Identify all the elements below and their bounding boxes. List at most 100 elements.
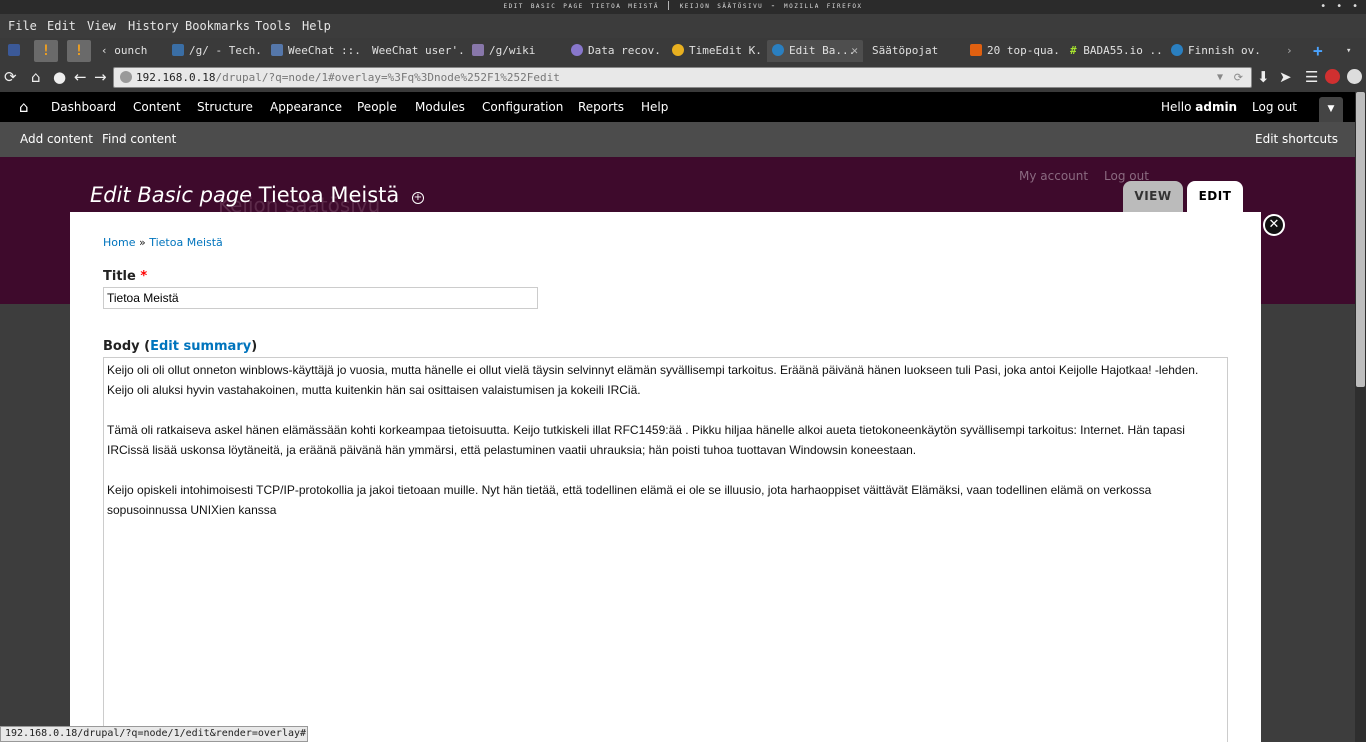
menu-tools[interactable]: Tools	[255, 19, 291, 33]
drupal-icon	[1171, 44, 1183, 56]
add-shortcut-icon[interactable]: +	[411, 192, 424, 204]
back-icon[interactable]: ←	[74, 68, 87, 86]
toolbar-appearance[interactable]: Appearance	[270, 100, 342, 114]
toolbar-toggle-icon[interactable]: ▼	[1319, 97, 1343, 122]
tab-edit[interactable]: EDIT	[1187, 181, 1243, 212]
tab-active[interactable]: Edit Ba... ✕	[767, 40, 863, 62]
close-overlay-icon[interactable]: ✕	[1263, 214, 1285, 236]
tab-favicon	[970, 44, 982, 56]
body-textarea[interactable]: Keijo oli oli ollut onneton winblows-käy…	[103, 357, 1228, 742]
menu-view[interactable]: View	[87, 19, 116, 33]
dropdown-icon[interactable]: ▼	[1217, 68, 1223, 87]
admin-toolbar: ⌂ Dashboard Content Structure Appearance…	[0, 92, 1355, 122]
window-title: edit basic page tietoa meistä | keijon s…	[0, 0, 1366, 14]
navigation-bar: ⟳ ⌂ ● ← → 192.168.0.18/drupal/?q=node/1#…	[0, 64, 1366, 92]
toolbar-modules[interactable]: Modules	[415, 100, 465, 114]
url-bar[interactable]: 192.168.0.18/drupal/?q=node/1#overlay=%3…	[113, 67, 1252, 88]
stop-icon[interactable]: ●	[53, 68, 66, 86]
new-tab-icon[interactable]: +	[1313, 40, 1327, 62]
required-marker: *	[140, 269, 148, 284]
menu-icon[interactable]: ☰	[1305, 68, 1318, 86]
url-path: /drupal/?q=node/1#overlay=%3Fq%3Dnode%25…	[215, 71, 560, 84]
username[interactable]: admin	[1195, 100, 1237, 114]
menu-history[interactable]: History	[128, 19, 179, 33]
tab-favicon	[472, 44, 484, 56]
menu-file[interactable]: File	[8, 19, 37, 33]
chevron-left-icon: ‹	[101, 44, 115, 57]
my-account-link[interactable]: My account	[1019, 169, 1088, 183]
toolbar-logout[interactable]: Log out	[1252, 100, 1297, 114]
menu-help[interactable]: Help	[302, 19, 331, 33]
breadcrumb-home[interactable]: Home	[103, 236, 135, 249]
toolbar-reports[interactable]: Reports	[578, 100, 624, 114]
tab[interactable]: TimeEdit K...	[672, 40, 764, 62]
addon-icon[interactable]	[1325, 69, 1340, 84]
title-label: Title *	[103, 269, 148, 284]
body-paragraph: Keijo opiskeli intohimoisesti TCP/IP-pro…	[107, 483, 1152, 517]
shortcut-add-content[interactable]: Add content	[20, 132, 93, 146]
shortcuts-bar: Add content Find content Edit shortcuts	[0, 122, 1355, 157]
menu-bookmarks[interactable]: Bookmarks	[185, 19, 250, 33]
tab-favicon	[172, 44, 184, 56]
tab-view[interactable]: VIEW	[1123, 181, 1183, 212]
title-field[interactable]	[103, 287, 538, 309]
breadcrumb-current[interactable]: Tietoa Meistä	[149, 236, 223, 249]
breadcrumb: Home » Tietoa Meistä	[103, 236, 223, 249]
tab-bar: ! ! ‹ ounch /g/ - Tech... WeeChat ::... …	[0, 38, 1366, 64]
menubar: File Edit View History Bookmarks Tools H…	[0, 14, 1366, 38]
warning-tab-icon[interactable]: !	[34, 40, 58, 62]
breadcrumb-separator: »	[135, 236, 150, 249]
tab[interactable]: # BADA55.io ...	[1070, 40, 1162, 62]
tab[interactable]: /g/wiki	[472, 40, 562, 62]
tab[interactable]: 20 top-qua...	[970, 40, 1062, 62]
page-node-title: Tietoa Meistä	[258, 183, 400, 207]
tab-favicon	[672, 44, 684, 56]
drupal-icon	[772, 44, 784, 56]
tab[interactable]: Data recov...	[571, 40, 663, 62]
tab-favicon	[571, 44, 583, 56]
url-host: 192.168.0.18	[136, 71, 216, 84]
close-window-icon[interactable]: •	[1352, 1, 1358, 12]
toolbar-content[interactable]: Content	[133, 100, 181, 114]
reload-icon[interactable]: ⟳	[4, 68, 17, 86]
globe-icon	[120, 71, 132, 83]
toolbar-dashboard[interactable]: Dashboard	[51, 100, 116, 114]
toolbar-structure[interactable]: Structure	[197, 100, 253, 114]
refresh-icon[interactable]: ⟳	[1234, 68, 1243, 87]
close-tab-icon[interactable]: ✕	[851, 40, 858, 62]
menu-edit[interactable]: Edit	[47, 19, 76, 33]
status-bar: 192.168.0.18/drupal/?q=node/1/edit&rende…	[0, 726, 308, 742]
window-controls[interactable]: • • •	[1310, 0, 1358, 13]
edit-summary-link[interactable]: Edit summary	[150, 339, 251, 354]
chevron-right-icon[interactable]: ›	[1286, 40, 1296, 62]
scrollbar-thumb[interactable]	[1356, 92, 1365, 387]
maximize-icon[interactable]: •	[1336, 1, 1342, 12]
facebook-icon	[8, 44, 20, 56]
send-icon[interactable]: ➤	[1279, 68, 1292, 86]
tab[interactable]: ‹ ounch	[101, 40, 163, 62]
home-icon[interactable]: ⌂	[31, 68, 41, 86]
body-label: Body (Edit summary)	[103, 339, 258, 354]
toolbar-help[interactable]: Help	[641, 100, 668, 114]
smiley-icon[interactable]	[1347, 69, 1362, 84]
tab[interactable]: WeeChat user'...	[372, 40, 464, 62]
tab[interactable]: /g/ - Tech...	[172, 40, 264, 62]
page-title: Edit Basic page Tietoa Meistä +	[90, 183, 424, 207]
home-icon[interactable]: ⌂	[19, 98, 29, 116]
download-icon[interactable]: ⬇	[1257, 68, 1270, 86]
tab[interactable]: Säätöpojat	[872, 40, 964, 62]
body-paragraph: Tämä oli ratkaiseva askel hänen elämässä…	[107, 423, 1185, 457]
forward-icon[interactable]: →	[94, 68, 107, 86]
page-type: Edit Basic page	[90, 183, 253, 207]
tab-facebook[interactable]	[8, 40, 26, 62]
minimize-icon[interactable]: •	[1320, 1, 1326, 12]
edit-shortcuts-link[interactable]: Edit shortcuts	[1255, 132, 1338, 146]
tab-list-icon[interactable]: ▾	[1346, 40, 1358, 62]
warning-tab-icon[interactable]: !	[67, 40, 91, 62]
toolbar-configuration[interactable]: Configuration	[482, 100, 563, 114]
hash-icon: #	[1070, 44, 1077, 57]
shortcut-find-content[interactable]: Find content	[102, 132, 176, 146]
tab[interactable]: WeeChat ::...	[271, 40, 363, 62]
toolbar-people[interactable]: People	[357, 100, 397, 114]
tab[interactable]: Finnish ov...	[1171, 40, 1263, 62]
